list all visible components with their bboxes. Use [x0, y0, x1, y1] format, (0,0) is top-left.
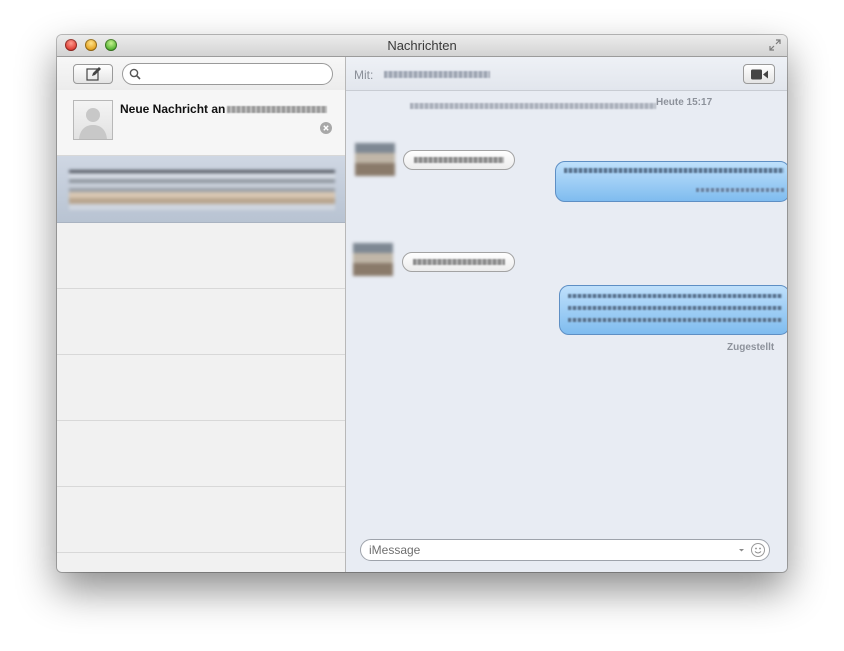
conversation-sidebar: Neue Nachricht an [57, 57, 346, 572]
message-bubble-incoming[interactable] [403, 150, 515, 170]
redacted-message-text [568, 306, 782, 310]
message-bubble-outgoing[interactable] [555, 161, 787, 202]
compose-button[interactable] [73, 64, 113, 84]
search-field[interactable] [122, 63, 333, 85]
smiley-icon[interactable] [737, 542, 767, 558]
new-message-label: Neue Nachricht an [120, 102, 226, 116]
to-label: Mit: [354, 68, 374, 82]
redacted-message-text [413, 259, 505, 265]
redacted-message-text [568, 318, 782, 322]
conversation-new-message[interactable]: Neue Nachricht an [57, 90, 345, 156]
video-camera-icon [751, 69, 768, 80]
redacted-conversation-preview [69, 170, 335, 210]
clear-circle-icon[interactable] [320, 122, 332, 134]
conversation-empty-slot [57, 421, 345, 487]
redacted-recipient [227, 106, 328, 114]
message-timestamp: Heute 15:17 [656, 97, 713, 108]
avatar-placeholder [73, 100, 113, 140]
sidebar-toolbar [57, 57, 345, 91]
conversation-empty-slot [57, 355, 345, 421]
message-composer[interactable] [360, 539, 770, 561]
conversation-selected[interactable] [57, 156, 345, 223]
redacted-recipient [384, 71, 490, 78]
person-silhouette-icon [79, 108, 107, 139]
new-message-title: Neue Nachricht an [120, 102, 328, 116]
titlebar[interactable]: Nachrichten [57, 35, 787, 57]
conversation-empty-slot [57, 289, 345, 355]
magnifier-icon [129, 68, 141, 80]
conversation-empty-slot [57, 487, 345, 553]
redacted-message-text [564, 168, 784, 173]
redacted-header-line [410, 103, 656, 109]
video-call-button[interactable] [743, 64, 775, 84]
chat-pane: Mit: Heute 15:17 Zugestellt iMessage [346, 57, 787, 572]
message-bubble-incoming[interactable] [402, 252, 515, 272]
compose-icon [86, 67, 101, 81]
message-bubble-outgoing[interactable] [559, 285, 787, 335]
messages-window: Nachrichten Neue Nachricht an Mit: Heute… [57, 35, 787, 572]
window-title: Nachrichten [387, 38, 457, 53]
message-input[interactable] [369, 542, 729, 558]
sender-thumbnail [353, 243, 393, 276]
redacted-message-text [696, 188, 784, 192]
chat-toolbar: Mit: [346, 57, 787, 91]
sender-thumbnail [355, 143, 395, 176]
conversation-empty-slot [57, 223, 345, 289]
search-input[interactable] [145, 66, 325, 82]
redacted-message-text [414, 157, 504, 163]
redacted-message-text [568, 294, 782, 298]
delivery-status: Zugestellt [727, 342, 775, 353]
fullscreen-arrows-icon[interactable] [769, 39, 781, 51]
